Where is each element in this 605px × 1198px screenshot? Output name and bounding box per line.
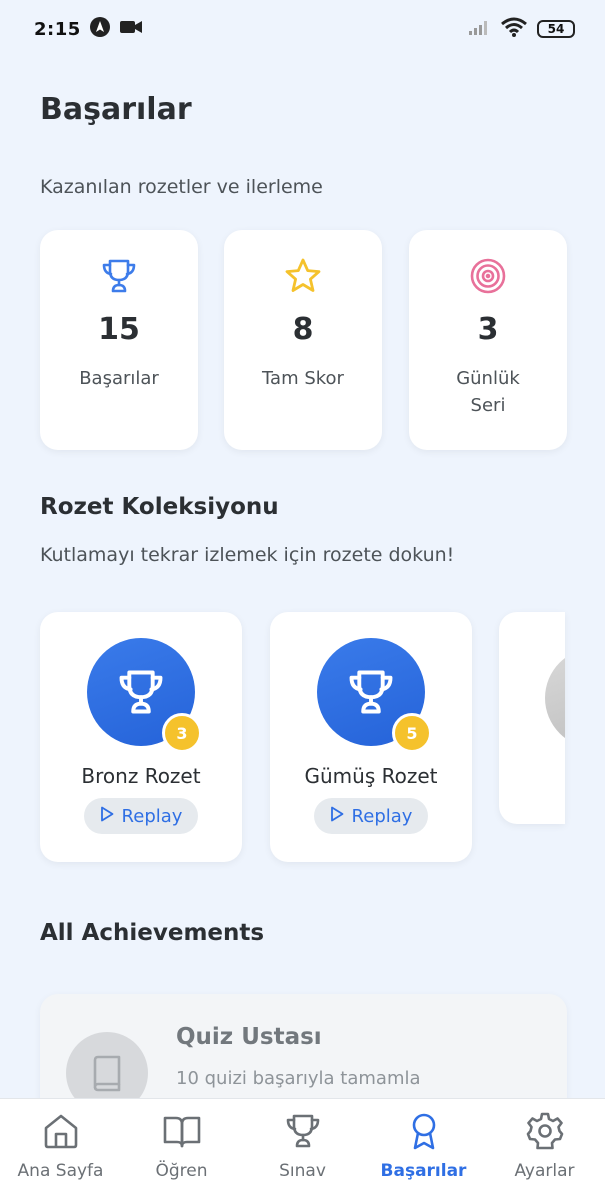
nav-label: Öğren xyxy=(155,1161,208,1181)
battery-icon: 54 xyxy=(537,20,575,38)
gear-icon xyxy=(525,1111,565,1155)
star-icon xyxy=(283,256,323,296)
badge-collection-subtitle: Kutlamayı tekrar izlemek için rozete dok… xyxy=(40,544,455,566)
book-open-icon xyxy=(162,1111,202,1155)
stat-card-daily-streak: 3 Günlük Seri xyxy=(409,230,567,450)
home-icon xyxy=(41,1111,81,1155)
page-title: Başarılar xyxy=(40,92,192,127)
badge-collection-title: Rozet Koleksiyonu xyxy=(40,494,279,520)
achievement-description: 10 quizi başarıyla tamamla xyxy=(176,1068,421,1089)
nav-label: Başarılar xyxy=(380,1161,467,1181)
status-bar: 2:15 54 xyxy=(0,0,605,58)
all-achievements-title: All Achievements xyxy=(40,920,265,946)
bottom-nav: Ana Sayfa Öğren Sınav Başarılar Ayarlar xyxy=(0,1098,605,1198)
status-time: 2:15 xyxy=(34,18,81,40)
award-icon xyxy=(404,1111,444,1155)
nav-item-home[interactable]: Ana Sayfa xyxy=(0,1099,121,1198)
nav-label: Ayarlar xyxy=(514,1161,575,1181)
replay-button[interactable]: Replay xyxy=(314,798,428,834)
badge-count: 5 xyxy=(392,713,432,753)
stat-label: Tam Skor xyxy=(262,368,344,389)
wifi-icon xyxy=(501,17,527,41)
stat-value: 3 xyxy=(477,312,499,347)
play-icon xyxy=(100,806,114,827)
trophy-icon xyxy=(99,256,139,296)
replay-label: Replay xyxy=(121,805,183,827)
navigation-icon xyxy=(89,16,111,42)
badge-card-bronze[interactable]: 3 Bronz Rozet Replay xyxy=(40,612,242,862)
video-camera-icon xyxy=(119,18,143,40)
stat-card-achievements: 15 Başarılar xyxy=(40,230,198,450)
badge-name: Gümüş Rozet xyxy=(304,764,438,788)
nav-label: Ana Sayfa xyxy=(17,1161,104,1181)
play-icon xyxy=(330,806,344,827)
page-subtitle: Kazanılan rozetler ve ilerleme xyxy=(40,176,323,198)
badge-count: 3 xyxy=(162,713,202,753)
achievement-title: Quiz Ustası xyxy=(176,1024,322,1050)
trophy-icon xyxy=(283,1111,323,1155)
stat-label: Başarılar xyxy=(79,368,159,389)
replay-label: Replay xyxy=(351,805,413,827)
target-icon xyxy=(468,256,508,296)
badge-card-silver[interactable]: 5 Gümüş Rozet Replay xyxy=(270,612,472,862)
badge-card-partial[interactable] xyxy=(499,612,565,824)
nav-label: Sınav xyxy=(279,1161,326,1181)
nav-item-learn[interactable]: Öğren xyxy=(121,1099,242,1198)
nav-item-exam[interactable]: Sınav xyxy=(242,1099,363,1198)
stat-card-perfect-score: 8 Tam Skor xyxy=(224,230,382,450)
signal-icon xyxy=(467,18,491,40)
stat-label: Günlük Seri xyxy=(456,368,520,416)
nav-item-achievements[interactable]: Başarılar xyxy=(363,1099,484,1198)
replay-button[interactable]: Replay xyxy=(84,798,198,834)
stat-value: 8 xyxy=(292,312,314,347)
badge-name: Bronz Rozet xyxy=(81,764,201,788)
stat-value: 15 xyxy=(98,312,140,347)
nav-item-settings[interactable]: Ayarlar xyxy=(484,1099,605,1198)
locked-badge-circle xyxy=(545,648,565,748)
